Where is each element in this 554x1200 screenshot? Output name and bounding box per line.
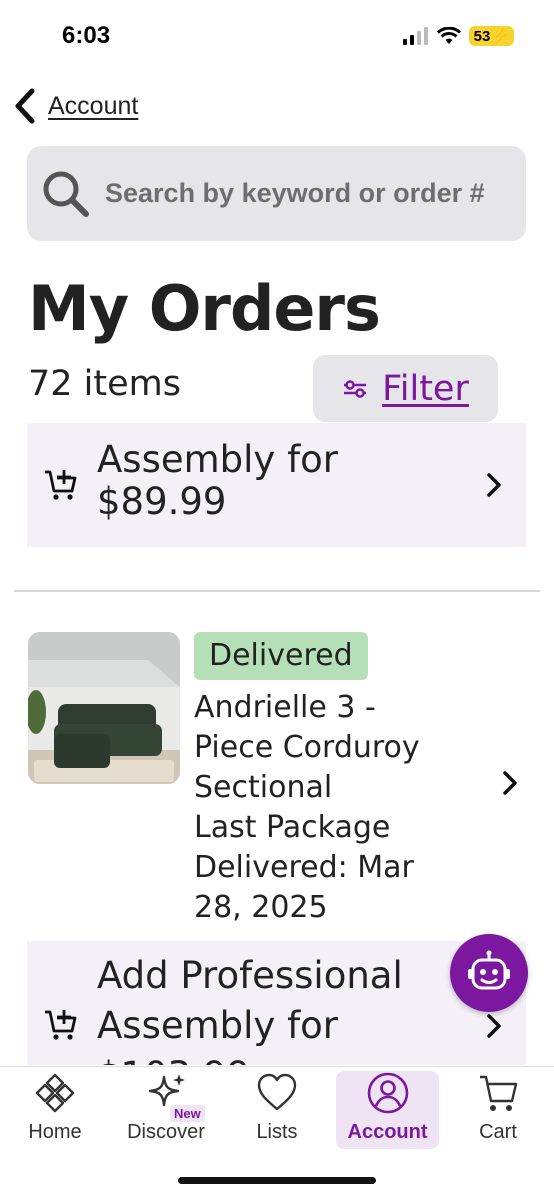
status-time: 6:03 xyxy=(62,22,111,49)
filter-label: Filter xyxy=(382,368,469,409)
status-badge: Delivered xyxy=(194,632,368,680)
signal-icon xyxy=(402,27,428,45)
banner-text: Add Professional Assembly for $103.99 xyxy=(97,954,403,1065)
delivery-info-line: Delivered: Mar xyxy=(194,850,414,885)
order-details: Andrielle 3 - Piece Corduroy Sectional L… xyxy=(194,688,464,928)
status-icons: 53⚡ xyxy=(402,26,514,46)
robot-icon xyxy=(468,950,510,990)
new-badge: New xyxy=(170,1105,205,1122)
tab-label: Account xyxy=(347,1121,428,1143)
cart-icon xyxy=(480,1075,518,1111)
search-placeholder: Search by keyword or order # xyxy=(105,178,485,208)
search-icon xyxy=(43,171,89,217)
tab-lists[interactable]: Lists xyxy=(246,1071,308,1149)
assembly-offer-banner[interactable]: Assembly for $89.99 xyxy=(27,423,526,547)
product-name-line: Andrielle 3 - xyxy=(194,690,376,725)
page-title: My Orders xyxy=(28,272,381,345)
divider xyxy=(14,590,540,592)
banner-text: Assembly for $89.99 xyxy=(97,438,338,523)
home-indicator xyxy=(178,1177,376,1184)
status-bar: 6:03 53⚡ xyxy=(0,0,554,72)
filter-button[interactable]: Filter xyxy=(313,355,498,422)
chevron-right-icon xyxy=(503,771,517,795)
delivery-info-line: Last Package xyxy=(194,810,391,845)
product-name-line: Piece Corduroy xyxy=(194,730,420,765)
chevron-right-icon xyxy=(487,473,501,497)
cart-plus-icon xyxy=(45,470,77,500)
item-count: 72 items xyxy=(28,364,181,404)
tab-label: Cart xyxy=(479,1121,517,1143)
tab-home[interactable]: Home xyxy=(18,1071,92,1149)
cart-plus-icon xyxy=(45,1010,77,1040)
back-to-account-link[interactable]: Account xyxy=(14,88,138,124)
chevron-left-icon xyxy=(15,88,35,124)
tab-label: Lists xyxy=(256,1121,298,1143)
battery-indicator: 53⚡ xyxy=(468,26,514,46)
tab-cart[interactable]: Cart xyxy=(468,1071,528,1149)
heart-icon xyxy=(257,1073,297,1111)
chat-assistant-button[interactable] xyxy=(450,934,528,1012)
back-label: Account xyxy=(48,91,139,120)
home-icon xyxy=(35,1073,75,1113)
tab-account[interactable]: Account xyxy=(336,1071,439,1149)
product-thumbnail xyxy=(28,632,180,784)
person-icon xyxy=(367,1072,408,1114)
tab-label: Discover xyxy=(127,1121,205,1143)
search-input[interactable]: Search by keyword or order # xyxy=(27,146,526,241)
sliders-icon xyxy=(344,379,367,398)
product-name-line: Sectional xyxy=(194,770,333,805)
wifi-icon xyxy=(436,27,461,44)
delivery-info-line: 28, 2025 xyxy=(194,890,328,925)
tab-label: Home xyxy=(28,1121,82,1143)
chevron-right-icon xyxy=(487,1014,501,1038)
order-card[interactable]: Delivered Andrielle 3 - Piece Corduroy S… xyxy=(0,620,554,930)
